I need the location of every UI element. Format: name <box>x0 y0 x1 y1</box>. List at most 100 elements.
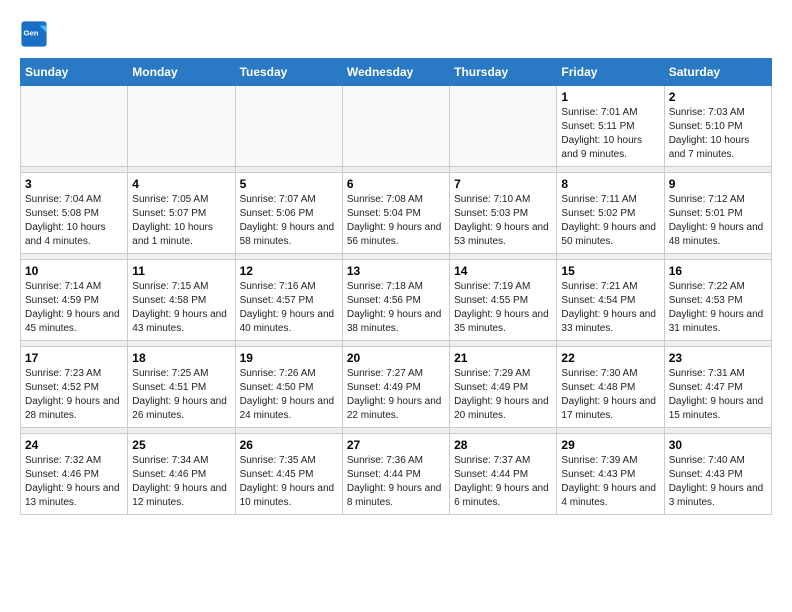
calendar-cell: 6 Sunrise: 7:08 AM Sunset: 5:04 PM Daylig… <box>342 173 449 254</box>
logo: Gen <box>20 20 52 48</box>
calendar-cell: 30Sunrise: 7:40 AM Sunset: 4:43 PM Dayli… <box>664 434 771 515</box>
day-number: 29 <box>561 438 659 452</box>
calendar-cell: 7 Sunrise: 7:10 AM Sunset: 5:03 PM Daylig… <box>450 173 557 254</box>
calendar-cell: 17 Sunrise: 7:23 AM Sunset: 4:52 PM Dayli… <box>21 347 128 428</box>
calendar-cell <box>450 86 557 167</box>
calendar-cell: 20 Sunrise: 7:27 AM Sunset: 4:49 PM Dayli… <box>342 347 449 428</box>
calendar-week-row: 10 Sunrise: 7:14 AM Sunset: 4:59 PM Dayli… <box>21 260 772 341</box>
day-number: 4 <box>132 177 230 191</box>
calendar-week-row: 1Sunrise: 7:01 AM Sunset: 5:11 PM Daylig… <box>21 86 772 167</box>
calendar-cell: 1Sunrise: 7:01 AM Sunset: 5:11 PM Daylig… <box>557 86 664 167</box>
calendar-cell <box>235 86 342 167</box>
calendar-cell: 29 Sunrise: 7:39 AM Sunset: 4:43 PM Dayli… <box>557 434 664 515</box>
day-info: Sunrise: 7:10 AM Sunset: 5:03 PM Dayligh… <box>454 193 552 249</box>
day-number: 2 <box>669 90 767 104</box>
logo-icon: Gen <box>20 20 48 48</box>
day-info: Sunrise: 7:14 AM Sunset: 4:59 PM Dayligh… <box>25 280 123 336</box>
calendar-cell: 18Sunrise: 7:25 AM Sunset: 4:51 PM Dayli… <box>128 347 235 428</box>
day-number: 13 <box>347 264 445 278</box>
day-number: 6 <box>347 177 445 191</box>
calendar-cell: 26Sunrise: 7:35 AM Sunset: 4:45 PM Dayli… <box>235 434 342 515</box>
day-number: 12 <box>240 264 338 278</box>
calendar-header-sunday: Sunday <box>21 59 128 86</box>
day-number: 14 <box>454 264 552 278</box>
calendar-week-row: 24Sunrise: 7:32 AM Sunset: 4:46 PM Dayli… <box>21 434 772 515</box>
day-info: Sunrise: 7:29 AM Sunset: 4:49 PM Dayligh… <box>454 367 552 423</box>
day-info: Sunrise: 7:26 AM Sunset: 4:50 PM Dayligh… <box>240 367 338 423</box>
calendar-header-friday: Friday <box>557 59 664 86</box>
day-number: 7 <box>454 177 552 191</box>
day-info: Sunrise: 7:08 AM Sunset: 5:04 PM Dayligh… <box>347 193 445 249</box>
day-number: 10 <box>25 264 123 278</box>
calendar-cell: 27 Sunrise: 7:36 AM Sunset: 4:44 PM Dayli… <box>342 434 449 515</box>
day-info: Sunrise: 7:19 AM Sunset: 4:55 PM Dayligh… <box>454 280 552 336</box>
calendar-cell: 25 Sunrise: 7:34 AM Sunset: 4:46 PM Dayli… <box>128 434 235 515</box>
day-number: 23 <box>669 351 767 365</box>
day-info: Sunrise: 7:27 AM Sunset: 4:49 PM Dayligh… <box>347 367 445 423</box>
day-number: 5 <box>240 177 338 191</box>
calendar-week-row: 3Sunrise: 7:04 AM Sunset: 5:08 PM Daylig… <box>21 173 772 254</box>
day-info: Sunrise: 7:04 AM Sunset: 5:08 PM Dayligh… <box>25 193 123 249</box>
day-info: Sunrise: 7:12 AM Sunset: 5:01 PM Dayligh… <box>669 193 767 249</box>
day-info: Sunrise: 7:03 AM Sunset: 5:10 PM Dayligh… <box>669 106 767 162</box>
calendar-cell: 10 Sunrise: 7:14 AM Sunset: 4:59 PM Dayli… <box>21 260 128 341</box>
calendar-header-monday: Monday <box>128 59 235 86</box>
calendar-header-saturday: Saturday <box>664 59 771 86</box>
calendar-cell: 21 Sunrise: 7:29 AM Sunset: 4:49 PM Dayli… <box>450 347 557 428</box>
day-number: 15 <box>561 264 659 278</box>
calendar-cell: 5 Sunrise: 7:07 AM Sunset: 5:06 PM Daylig… <box>235 173 342 254</box>
day-number: 26 <box>240 438 338 452</box>
calendar-week-row: 17 Sunrise: 7:23 AM Sunset: 4:52 PM Dayli… <box>21 347 772 428</box>
day-info: Sunrise: 7:39 AM Sunset: 4:43 PM Dayligh… <box>561 454 659 510</box>
day-info: Sunrise: 7:16 AM Sunset: 4:57 PM Dayligh… <box>240 280 338 336</box>
day-number: 20 <box>347 351 445 365</box>
day-info: Sunrise: 7:34 AM Sunset: 4:46 PM Dayligh… <box>132 454 230 510</box>
day-info: Sunrise: 7:18 AM Sunset: 4:56 PM Dayligh… <box>347 280 445 336</box>
day-number: 8 <box>561 177 659 191</box>
calendar-cell: 12 Sunrise: 7:16 AM Sunset: 4:57 PM Dayli… <box>235 260 342 341</box>
calendar-header-tuesday: Tuesday <box>235 59 342 86</box>
day-number: 21 <box>454 351 552 365</box>
day-number: 19 <box>240 351 338 365</box>
day-number: 17 <box>25 351 123 365</box>
day-info: Sunrise: 7:40 AM Sunset: 4:43 PM Dayligh… <box>669 454 767 510</box>
svg-text:Gen: Gen <box>24 28 39 37</box>
day-info: Sunrise: 7:15 AM Sunset: 4:58 PM Dayligh… <box>132 280 230 336</box>
calendar-cell: 15 Sunrise: 7:21 AM Sunset: 4:54 PM Dayli… <box>557 260 664 341</box>
calendar-cell: 28Sunrise: 7:37 AM Sunset: 4:44 PM Dayli… <box>450 434 557 515</box>
day-info: Sunrise: 7:36 AM Sunset: 4:44 PM Dayligh… <box>347 454 445 510</box>
calendar-cell: 4 Sunrise: 7:05 AM Sunset: 5:07 PM Daylig… <box>128 173 235 254</box>
calendar-cell: 23Sunrise: 7:31 AM Sunset: 4:47 PM Dayli… <box>664 347 771 428</box>
calendar-cell: 9Sunrise: 7:12 AM Sunset: 5:01 PM Daylig… <box>664 173 771 254</box>
day-info: Sunrise: 7:25 AM Sunset: 4:51 PM Dayligh… <box>132 367 230 423</box>
calendar-cell: 16 Sunrise: 7:22 AM Sunset: 4:53 PM Dayli… <box>664 260 771 341</box>
calendar-cell: 11 Sunrise: 7:15 AM Sunset: 4:58 PM Dayli… <box>128 260 235 341</box>
calendar-header-wednesday: Wednesday <box>342 59 449 86</box>
day-number: 25 <box>132 438 230 452</box>
calendar-cell: 2 Sunrise: 7:03 AM Sunset: 5:10 PM Daylig… <box>664 86 771 167</box>
calendar-cell: 13 Sunrise: 7:18 AM Sunset: 4:56 PM Dayli… <box>342 260 449 341</box>
header: Gen <box>20 20 772 48</box>
day-info: Sunrise: 7:22 AM Sunset: 4:53 PM Dayligh… <box>669 280 767 336</box>
day-info: Sunrise: 7:23 AM Sunset: 4:52 PM Dayligh… <box>25 367 123 423</box>
calendar-cell: 8 Sunrise: 7:11 AM Sunset: 5:02 PM Daylig… <box>557 173 664 254</box>
calendar-cell: 24Sunrise: 7:32 AM Sunset: 4:46 PM Dayli… <box>21 434 128 515</box>
calendar-cell <box>128 86 235 167</box>
day-info: Sunrise: 7:30 AM Sunset: 4:48 PM Dayligh… <box>561 367 659 423</box>
day-number: 28 <box>454 438 552 452</box>
day-info: Sunrise: 7:11 AM Sunset: 5:02 PM Dayligh… <box>561 193 659 249</box>
day-info: Sunrise: 7:01 AM Sunset: 5:11 PM Dayligh… <box>561 106 659 162</box>
day-info: Sunrise: 7:07 AM Sunset: 5:06 PM Dayligh… <box>240 193 338 249</box>
day-number: 16 <box>669 264 767 278</box>
calendar-cell: 22 Sunrise: 7:30 AM Sunset: 4:48 PM Dayli… <box>557 347 664 428</box>
calendar-cell <box>21 86 128 167</box>
day-number: 22 <box>561 351 659 365</box>
day-info: Sunrise: 7:21 AM Sunset: 4:54 PM Dayligh… <box>561 280 659 336</box>
day-info: Sunrise: 7:05 AM Sunset: 5:07 PM Dayligh… <box>132 193 230 249</box>
calendar-cell: 19 Sunrise: 7:26 AM Sunset: 4:50 PM Dayli… <box>235 347 342 428</box>
calendar-cell <box>342 86 449 167</box>
calendar-cell: 14 Sunrise: 7:19 AM Sunset: 4:55 PM Dayli… <box>450 260 557 341</box>
calendar-header-row: SundayMondayTuesdayWednesdayThursdayFrid… <box>21 59 772 86</box>
day-number: 11 <box>132 264 230 278</box>
day-number: 27 <box>347 438 445 452</box>
